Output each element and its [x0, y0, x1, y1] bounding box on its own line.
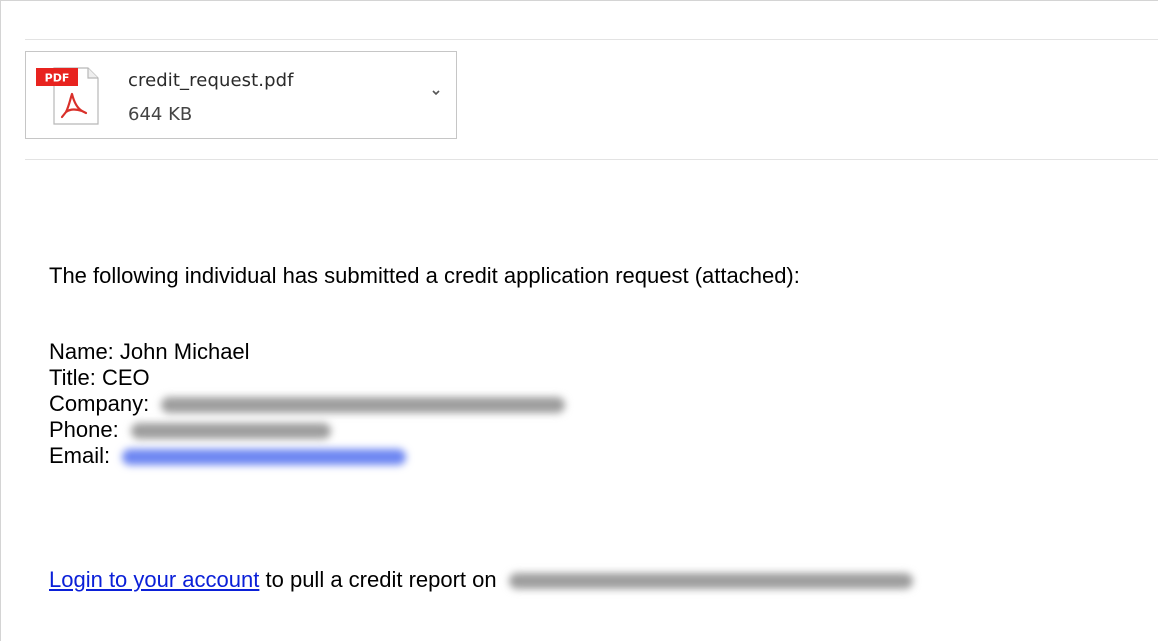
field-name: Name: John Michael: [49, 339, 565, 365]
email-reading-pane: PDF credit_request.pdf 644 KB The follow…: [0, 0, 1158, 641]
attachment-size: 644 KB: [128, 104, 193, 125]
field-company: Company:: [49, 391, 566, 417]
message-intro: The following individual has submitted a…: [49, 263, 800, 288]
email-redacted-link[interactable]: [122, 449, 407, 466]
field-phone-label: Phone:: [49, 417, 119, 442]
attachment-card[interactable]: PDF credit_request.pdf 644 KB: [25, 51, 457, 139]
login-to-account-link[interactable]: Login to your account: [49, 567, 259, 592]
field-phone: Phone:: [49, 417, 565, 443]
applicant-details: Name: John Michael Title: CEO Company: P…: [49, 339, 566, 469]
login-instruction: Login to your account to pull a credit r…: [49, 567, 913, 593]
attachment-bottom-divider: [25, 159, 1158, 160]
login-suffix-text: to pull a credit report on: [265, 567, 497, 592]
pdf-file-icon: PDF: [36, 67, 99, 125]
phone-redacted-value: [130, 423, 331, 440]
field-name-label: Name:: [49, 339, 114, 364]
chevron-down-icon[interactable]: [429, 88, 443, 98]
field-name-value: John Michael: [119, 339, 250, 364]
field-email: Email:: [49, 443, 565, 469]
field-email-label: Email:: [49, 443, 111, 468]
field-title-label: Title:: [49, 365, 96, 390]
field-title-value: CEO: [101, 365, 150, 390]
attachment-top-divider: [25, 39, 1158, 40]
company-redacted-value: [161, 397, 566, 414]
company-redacted-value-2: [508, 573, 913, 590]
pdf-badge-label: PDF: [45, 72, 70, 85]
attachment-filename: credit_request.pdf: [128, 70, 294, 91]
field-title: Title: CEO: [49, 365, 565, 391]
field-company-label: Company:: [49, 391, 150, 416]
